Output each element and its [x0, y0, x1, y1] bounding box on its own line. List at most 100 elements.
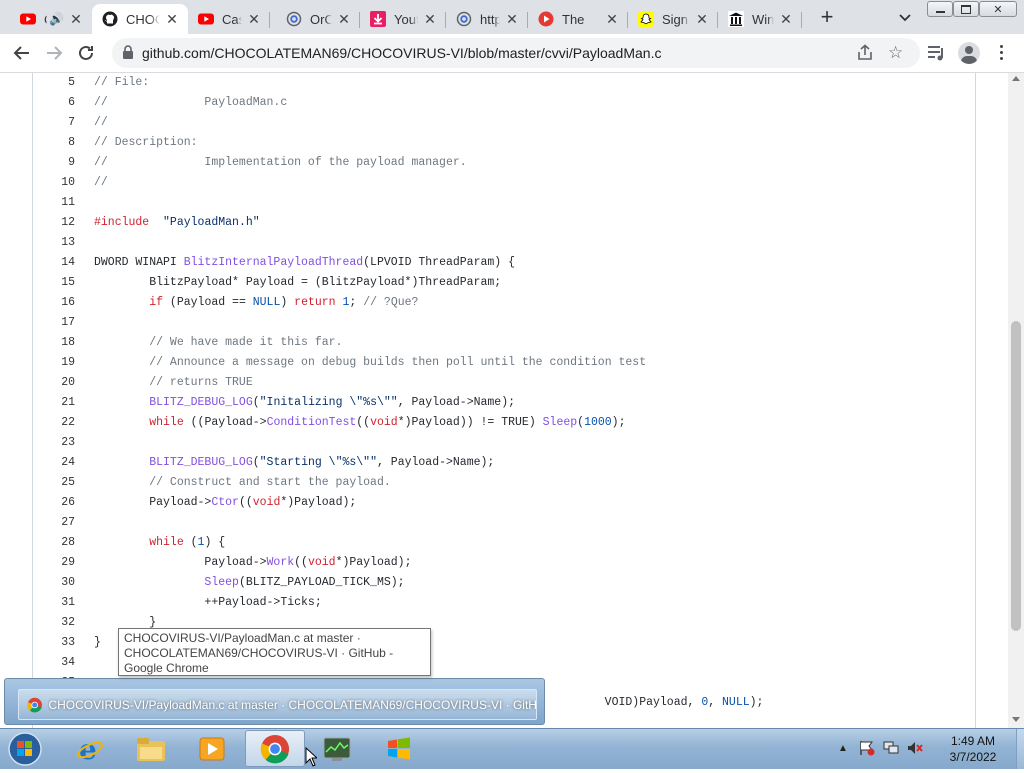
code-token: // File: [94, 76, 150, 89]
line-number[interactable]: 27 [33, 513, 75, 533]
media-controls-icon[interactable] [926, 44, 946, 62]
line-number[interactable]: 17 [33, 313, 75, 333]
line-number[interactable]: 7 [33, 113, 75, 133]
line-number[interactable]: 24 [33, 453, 75, 473]
line-number[interactable]: 33 [33, 633, 75, 653]
line-number[interactable]: 9 [33, 153, 75, 173]
speaker-icon[interactable]: 🔊 [49, 12, 64, 26]
minimize-button[interactable] [927, 1, 953, 17]
close-tab-icon[interactable]: ✕ [246, 11, 262, 27]
line-number[interactable]: 28 [33, 533, 75, 553]
code-token: *)Payload); [280, 496, 357, 509]
close-window-button[interactable]: ✕ [979, 1, 1017, 17]
forward-button[interactable] [42, 41, 66, 65]
line-number[interactable]: 21 [33, 393, 75, 413]
line-number[interactable]: 13 [33, 233, 75, 253]
code-token: "PayloadMan.h" [163, 216, 260, 229]
line-number[interactable]: 6 [33, 93, 75, 113]
close-tab-icon[interactable]: ✕ [422, 11, 438, 27]
scrollbar-thumb[interactable] [1011, 321, 1021, 631]
show-desktop-button[interactable] [1016, 729, 1024, 769]
tab[interactable]: The ✕ [528, 4, 628, 34]
line-number[interactable]: 10 [33, 173, 75, 193]
page-scrollbar[interactable] [1008, 73, 1024, 728]
lock-icon[interactable] [122, 45, 134, 60]
code-token: return [294, 296, 336, 309]
taskbar-chrome[interactable] [245, 730, 305, 767]
close-tab-icon[interactable]: ✕ [694, 11, 710, 27]
code-line: 23 [33, 433, 973, 453]
url-text[interactable]: github.com/CHOCOLATEMAN69/CHOCOVIRUS-VI/… [142, 45, 661, 61]
code-token: // [94, 116, 108, 129]
scroll-up-arrow[interactable] [1012, 76, 1020, 81]
code-token: ; [349, 296, 364, 309]
tab-search-icon[interactable] [896, 8, 914, 26]
show-hidden-icons-arrow[interactable]: ▲ [838, 743, 848, 754]
taskbar-media-player[interactable] [182, 730, 242, 767]
code-token: ++Payload->Ticks; [94, 596, 322, 609]
file-explorer-icon [137, 737, 165, 761]
tab[interactable]: C🔊 ✕ [10, 4, 92, 34]
line-number[interactable]: 25 [33, 473, 75, 493]
code-text: while (1) { [94, 533, 225, 553]
code-token: BLITZ_DEBUG_LOG [149, 396, 253, 409]
tab[interactable]: Yout ✕ [360, 4, 446, 34]
profile-avatar[interactable] [958, 42, 980, 64]
taskbar-windows-app[interactable] [369, 730, 429, 767]
line-number[interactable]: 18 [33, 333, 75, 353]
line-number[interactable]: 8 [33, 133, 75, 153]
tab[interactable]: Sign ✕ [628, 4, 718, 34]
line-number[interactable]: 29 [33, 553, 75, 573]
line-number[interactable]: 32 [33, 613, 75, 633]
close-tab-icon[interactable]: ✕ [604, 11, 620, 27]
line-number[interactable]: 22 [33, 413, 75, 433]
line-number[interactable]: 16 [33, 293, 75, 313]
line-number[interactable]: 26 [33, 493, 75, 513]
code-line: 29 Payload->Work((void*)Payload); [33, 553, 973, 573]
code-token: ((Payload-> [183, 416, 267, 429]
start-button[interactable] [3, 730, 47, 768]
code-text: // Implementation of the payload manager… [94, 153, 467, 173]
network-icon[interactable] [882, 740, 900, 756]
line-number[interactable]: 12 [33, 213, 75, 233]
taskbar-file-explorer[interactable] [121, 730, 181, 767]
close-tab-icon[interactable]: ✕ [778, 11, 794, 27]
back-button[interactable] [10, 41, 34, 65]
share-icon[interactable] [856, 44, 874, 62]
line-number[interactable]: 30 [33, 573, 75, 593]
code-token: NULL [252, 296, 281, 309]
tab-title: Sign [662, 11, 689, 27]
taskbar-internet-explorer[interactable]: e [60, 730, 120, 767]
close-tab-icon[interactable]: ✕ [504, 11, 520, 27]
tab-active[interactable]: CHOCOVIRUS-VI/PayloadMan.c at master · C… [92, 4, 188, 34]
line-number[interactable]: 14 [33, 253, 75, 273]
close-tab-icon[interactable]: ✕ [336, 11, 352, 27]
code-text: while ((Payload->ConditionTest((void*)Pa… [94, 413, 625, 433]
line-number[interactable]: 5 [33, 73, 75, 93]
line-number[interactable]: 15 [33, 273, 75, 293]
line-number[interactable]: 31 [33, 593, 75, 613]
close-tab-icon[interactable]: ✕ [164, 11, 180, 27]
restore-button[interactable] [953, 1, 979, 17]
code-token: void [370, 416, 398, 429]
volume-muted-icon[interactable] [906, 740, 924, 756]
line-number[interactable]: 34 [33, 653, 75, 673]
line-number[interactable]: 11 [33, 193, 75, 213]
scroll-down-arrow[interactable] [1012, 717, 1020, 722]
bookmark-star-icon[interactable]: ☆ [888, 43, 903, 63]
system-clock[interactable]: 1:49 AM 3/7/2022 [930, 733, 1016, 765]
action-center-flag-icon[interactable] [858, 740, 876, 756]
line-number[interactable]: 19 [33, 353, 75, 373]
reload-button[interactable] [74, 41, 98, 65]
chrome-menu-button[interactable] [994, 43, 1008, 63]
tab[interactable]: Wind✕ [718, 4, 802, 34]
address-bar[interactable]: github.com/CHOCOLATEMAN69/CHOCOVIRUS-VI/… [112, 38, 920, 68]
line-number[interactable]: 20 [33, 373, 75, 393]
taskbar-window-preview[interactable]: CHOCOVIRUS-VI/PayloadMan.c at master · C… [4, 678, 545, 725]
tab[interactable]: http ✕ [446, 4, 528, 34]
line-number[interactable]: 23 [33, 433, 75, 453]
tab[interactable]: Casa✕ [188, 4, 270, 34]
close-tab-icon[interactable]: ✕ [68, 11, 84, 27]
tab[interactable]: OrCa✕ [276, 4, 360, 34]
new-tab-button[interactable]: + [814, 6, 840, 30]
